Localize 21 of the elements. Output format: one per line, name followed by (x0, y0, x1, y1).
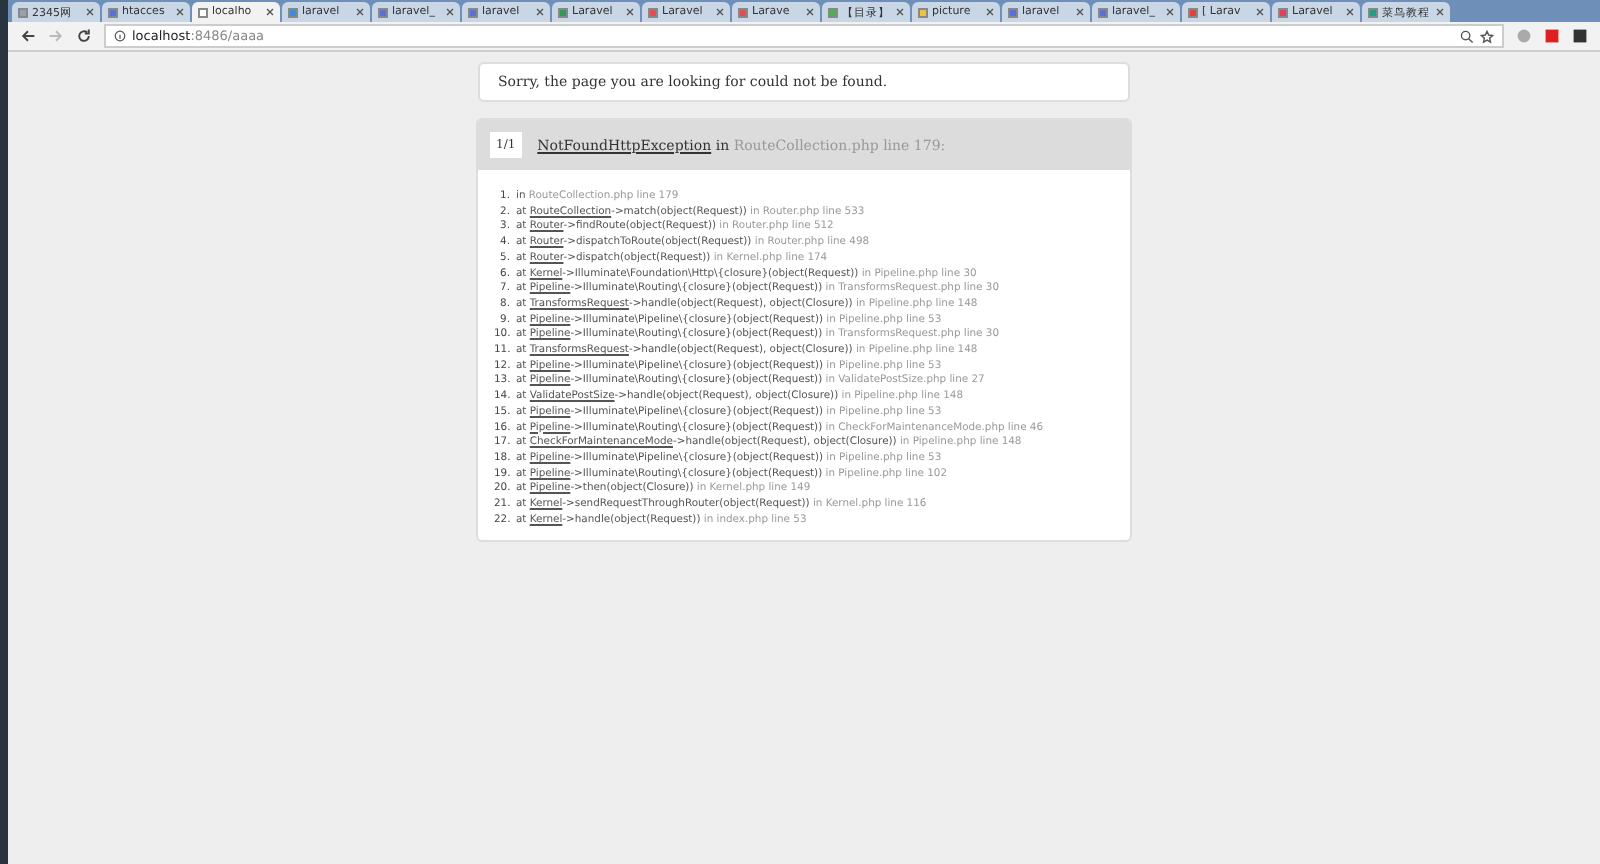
close-icon[interactable] (1076, 8, 1084, 16)
close-icon[interactable] (626, 8, 634, 16)
info-icon[interactable] (114, 30, 126, 42)
close-icon[interactable] (356, 8, 364, 16)
close-icon[interactable] (1346, 8, 1354, 16)
star-icon[interactable] (1480, 29, 1494, 43)
close-icon[interactable] (716, 8, 724, 16)
close-icon[interactable] (896, 8, 904, 16)
close-icon[interactable] (1166, 8, 1174, 16)
close-icon[interactable] (1436, 8, 1444, 16)
back-arrow-icon[interactable] (20, 28, 36, 44)
close-icon[interactable] (986, 8, 994, 16)
zoom-icon[interactable] (1460, 29, 1474, 43)
close-icon[interactable] (806, 8, 814, 16)
close-icon[interactable] (266, 8, 274, 16)
reload-icon[interactable] (76, 28, 92, 44)
close-icon[interactable] (446, 8, 454, 16)
close-icon[interactable] (86, 8, 94, 16)
close-icon[interactable] (1256, 8, 1264, 16)
close-icon[interactable] (176, 8, 184, 16)
close-icon[interactable] (536, 8, 544, 16)
